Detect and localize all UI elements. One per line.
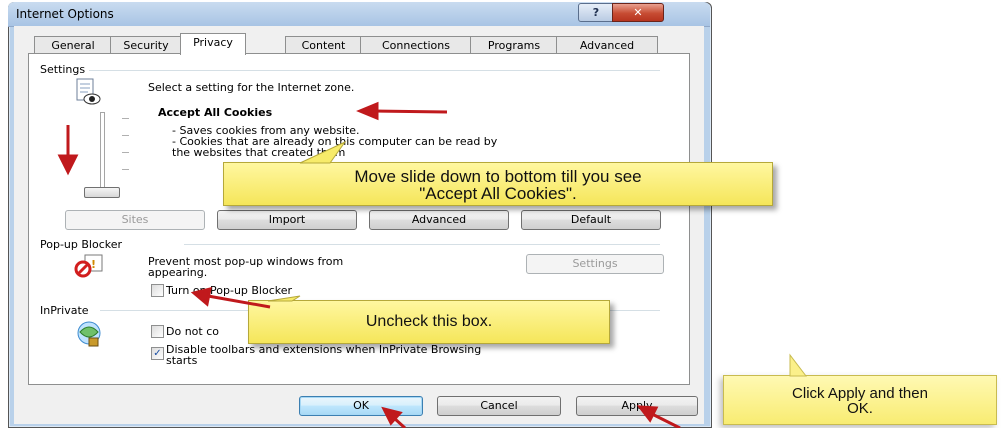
callout-tail bbox=[789, 353, 808, 377]
settings-group-line bbox=[84, 70, 660, 71]
do-not-collect-label[interactable]: Do not co bbox=[166, 325, 219, 338]
popup-group-label: Pop-up Blocker bbox=[40, 238, 127, 251]
close-button[interactable]: ✕ bbox=[612, 3, 664, 22]
callout-uncheck-text: Uncheck this box. bbox=[365, 313, 493, 330]
slider-instruction-callout: Move slide down to bottom till you see "… bbox=[223, 162, 773, 206]
slider-tick bbox=[122, 118, 129, 119]
sites-button[interactable]: Sites bbox=[65, 210, 205, 230]
inprivate-group-label: InPrivate bbox=[40, 304, 93, 317]
uncheck-instruction-callout: Uncheck this box. bbox=[248, 300, 610, 344]
ok-button[interactable]: OK bbox=[299, 396, 423, 416]
popup-group-line bbox=[184, 244, 660, 245]
slider-tick bbox=[122, 152, 129, 153]
import-button[interactable]: Import bbox=[217, 210, 357, 230]
popup-blocker-label[interactable]: Turn on Pop-up Blocker bbox=[166, 284, 292, 297]
checkmark-icon: ✓ bbox=[153, 348, 162, 359]
slider-tick bbox=[122, 169, 129, 170]
disable-toolbars-label-2[interactable]: starts bbox=[166, 354, 197, 367]
callout-slide-line-1: Move slide down to bottom till you see bbox=[354, 167, 642, 186]
tab-connections[interactable]: Connections bbox=[360, 36, 472, 54]
callout-apply-line-2: OK. bbox=[847, 400, 873, 417]
settings-intro-text: Select a setting for the Internet zone. bbox=[148, 81, 355, 94]
settings-group-label: Settings bbox=[40, 63, 90, 76]
apply-button[interactable]: Apply bbox=[576, 396, 698, 416]
advanced-button[interactable]: Advanced bbox=[369, 210, 509, 230]
do-not-collect-checkbox[interactable] bbox=[151, 325, 164, 338]
privacy-slider-thumb[interactable] bbox=[84, 187, 120, 198]
callout-slide-line-2: "Accept All Cookies". bbox=[419, 184, 577, 203]
tab-programs[interactable]: Programs bbox=[470, 36, 558, 54]
popup-desc-line-2: appearing. bbox=[148, 266, 208, 279]
privacy-settings-icon bbox=[74, 78, 102, 106]
privacy-slider-track[interactable] bbox=[100, 112, 105, 198]
default-button[interactable]: Default bbox=[521, 210, 661, 230]
apply-instruction-callout: Click Apply and then OK. bbox=[723, 375, 997, 425]
svg-text:!: ! bbox=[91, 258, 96, 271]
window-title: Internet Options bbox=[16, 7, 114, 21]
tab-general[interactable]: General bbox=[34, 36, 112, 54]
privacy-level-title: Accept All Cookies bbox=[158, 106, 273, 119]
tab-advanced[interactable]: Advanced bbox=[556, 36, 658, 54]
popup-settings-button[interactable]: Settings bbox=[526, 254, 664, 274]
popup-blocker-checkbox[interactable] bbox=[151, 284, 164, 297]
popup-blocker-icon: ! bbox=[74, 254, 104, 278]
cancel-button[interactable]: Cancel bbox=[437, 396, 561, 416]
privacy-desc-line-3: the websites that created them bbox=[172, 146, 346, 159]
tab-privacy[interactable]: Privacy bbox=[180, 33, 246, 55]
slider-tick bbox=[122, 135, 129, 136]
tab-security[interactable]: Security bbox=[110, 36, 182, 54]
help-button[interactable]: ? bbox=[578, 3, 614, 22]
callout-apply-line-1: Click Apply and then bbox=[792, 385, 928, 402]
tab-content[interactable]: Content bbox=[285, 36, 362, 54]
disable-toolbars-label-1[interactable]: Disable toolbars and extensions when InP… bbox=[166, 343, 481, 356]
inprivate-icon bbox=[74, 320, 104, 348]
